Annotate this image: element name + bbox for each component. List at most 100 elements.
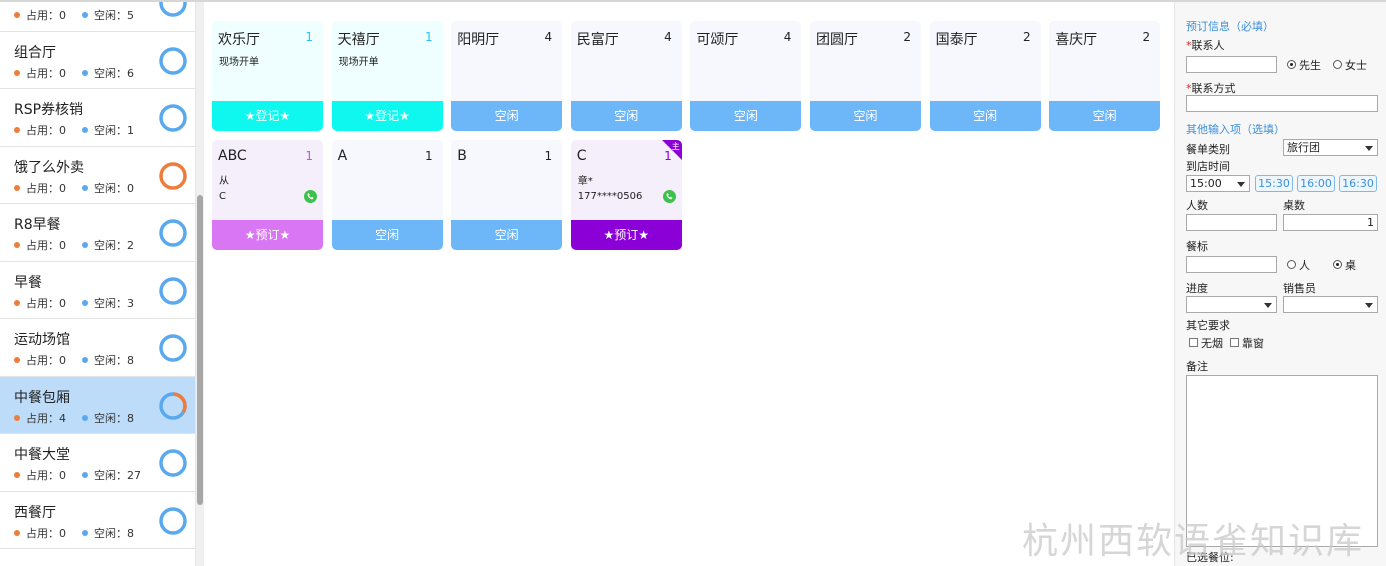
occupied-count: 占用：0	[26, 124, 66, 137]
sidebar-scrollbar-thumb[interactable]	[197, 195, 203, 505]
area-item[interactable]: 中餐大堂 占用：0 空闲：27	[0, 434, 195, 492]
area-item[interactable]: 组合厅 占用：0 空闲：6	[0, 31, 195, 89]
occupied-count: 占用：0	[26, 239, 66, 252]
room-info-line: 现场开单	[219, 57, 259, 68]
room-card[interactable]: C 1 章* 177****0506 主 ★预订★	[570, 140, 682, 250]
room-status-bar[interactable]: ★登记★	[212, 101, 323, 131]
room-status-bar[interactable]: 空闲	[1049, 101, 1161, 131]
room-info-line: 章*	[577, 176, 593, 187]
room-status-bar[interactable]: ★预订★	[570, 220, 682, 250]
area-item[interactable]: 早餐 占用：0 空闲：3	[0, 261, 195, 319]
free-count: 空闲：8	[94, 526, 134, 540]
area-item[interactable]: 饿了么外卖 占用：0 空闲：0	[0, 146, 195, 204]
area-stats: 占用：4 空闲：8	[14, 410, 134, 426]
room-info-line: 177****0506	[577, 191, 643, 202]
occupied-count: 占用：0	[26, 296, 66, 310]
room-card[interactable]: 民富厅 4 空闲	[570, 21, 682, 131]
people-label: 人数	[1186, 199, 1208, 212]
room-card[interactable]: A 1 空闲	[331, 140, 443, 250]
room-status-bar[interactable]: 空闲	[690, 101, 802, 131]
main-table-corner-label: 主	[671, 142, 680, 151]
quick-time-button-2[interactable]: 16:00	[1297, 175, 1335, 192]
area-stats: 占用：0 空闲：8	[14, 525, 134, 541]
phone-icon[interactable]	[662, 190, 676, 203]
room-card[interactable]: 团圆厅 2 空闲	[810, 21, 921, 131]
area-item[interactable]: 中餐包厢 占用：4 空闲：8	[0, 376, 195, 434]
area-stats: 占用：0 空闲：6	[14, 65, 134, 81]
area-item[interactable]: 占用：0 空闲：5	[0, 2, 195, 32]
room-seat-count: 1	[424, 149, 433, 163]
chevron-down-icon	[1237, 182, 1245, 187]
occupied-count: 占用：0	[26, 66, 66, 80]
room-status-bar[interactable]: 空闲	[929, 101, 1041, 131]
occupancy-ring-icon	[159, 161, 187, 190]
area-item[interactable]: RSP券核销 占用：0 空闲：1	[0, 89, 195, 147]
quick-time-button-1[interactable]: 15:30	[1255, 175, 1293, 192]
free-count: 空闲：6	[94, 66, 134, 80]
room-name: 可颂厅	[696, 32, 739, 48]
room-status-bar[interactable]: 空闲	[570, 101, 682, 131]
room-card[interactable]: 欢乐厅 1 现场开单 ★登记★	[212, 21, 323, 131]
room-card[interactable]: 国泰厅 2 空闲	[929, 21, 1041, 131]
reservation-panel: 预订信息（必填） *联系人 先生 女士 *联系方式 其他输入项（选填） 餐单类别…	[1174, 2, 1386, 566]
room-status-bar[interactable]: ★登记★	[331, 101, 443, 131]
gender-male-radio[interactable]	[1287, 60, 1296, 69]
room-status-bar[interactable]: 空闲	[331, 220, 443, 250]
room-card[interactable]: B 1 空闲	[451, 140, 563, 250]
occupied-dot-icon	[14, 242, 20, 248]
free-dot-icon	[82, 184, 88, 191]
room-info-line: C	[219, 191, 226, 202]
watermark: 杭州西软语雀知识库	[1022, 521, 1365, 562]
standard-input[interactable]	[1186, 256, 1277, 273]
by-window-checkbox[interactable]	[1230, 338, 1239, 347]
room-card[interactable]: 天禧厅 1 现场开单 ★登记★	[331, 21, 443, 131]
room-name: 欢乐厅	[218, 32, 260, 48]
room-status-bar[interactable]: 空闲	[810, 101, 921, 131]
by-window-label: 靠窗	[1242, 337, 1264, 350]
phone-icon[interactable]	[304, 190, 317, 203]
area-item[interactable]: 西餐厅 占用：0 空闲：8	[0, 491, 195, 549]
occupied-dot-icon	[14, 69, 20, 76]
gender-female-radio[interactable]	[1333, 60, 1342, 69]
progress-select[interactable]	[1186, 296, 1277, 313]
room-card[interactable]: 喜庆厅 2 空闲	[1049, 21, 1161, 131]
quick-time-button-3[interactable]: 16:30	[1339, 175, 1377, 192]
free-count: 空闲：8	[94, 354, 134, 367]
people-input[interactable]	[1186, 214, 1277, 231]
per-table-radio[interactable]	[1333, 260, 1342, 269]
occupied-count: 占用：0	[26, 469, 66, 482]
contact-input[interactable]	[1186, 56, 1277, 73]
area-stats: 占用：0 空闲：0	[14, 180, 134, 196]
tables-input[interactable]: 1	[1283, 214, 1378, 231]
meal-type-label: 餐单类别	[1186, 143, 1230, 156]
arrival-time-label: 到店时间	[1186, 160, 1230, 173]
standard-label: 餐标	[1186, 240, 1208, 253]
area-item[interactable]: R8早餐 占用：0 空闲：2	[0, 204, 195, 262]
free-count: 空闲：0	[94, 181, 134, 195]
section-optional-title: 其他输入项（选填）	[1186, 123, 1285, 136]
section-required-title: 预订信息（必填）	[1186, 20, 1274, 33]
arrival-time-select[interactable]: 15:00	[1186, 175, 1250, 192]
room-card[interactable]: 阳明厅 4 空闲	[451, 21, 563, 131]
room-seat-count: 2	[1142, 30, 1151, 44]
room-name: 天禧厅	[337, 32, 380, 48]
occupancy-ring-icon	[159, 104, 187, 132]
phone-label: *联系方式	[1186, 82, 1236, 95]
arrival-time-value: 15:00	[1190, 177, 1222, 190]
room-seat-count: 2	[1022, 30, 1031, 44]
occupancy-ring-icon	[159, 276, 187, 305]
chevron-down-icon	[1365, 303, 1373, 308]
room-card[interactable]: ABC 1 从 C ★预订★	[212, 140, 323, 250]
occupied-dot-icon	[14, 299, 20, 306]
meal-type-select[interactable]: 旅行团	[1283, 139, 1378, 156]
room-seat-count: 1	[544, 149, 553, 163]
no-smoking-checkbox[interactable]	[1189, 338, 1198, 347]
room-card[interactable]: 可颂厅 4 空闲	[690, 21, 802, 131]
per-person-radio[interactable]	[1287, 260, 1296, 269]
room-status-bar[interactable]: ★预订★	[212, 220, 323, 250]
room-status-bar[interactable]: 空闲	[451, 101, 563, 131]
sales-select[interactable]	[1283, 296, 1378, 313]
phone-input[interactable]	[1186, 95, 1378, 112]
area-item[interactable]: 运动场馆 占用：0 空闲：8	[0, 319, 195, 377]
room-status-bar[interactable]: 空闲	[451, 220, 563, 250]
